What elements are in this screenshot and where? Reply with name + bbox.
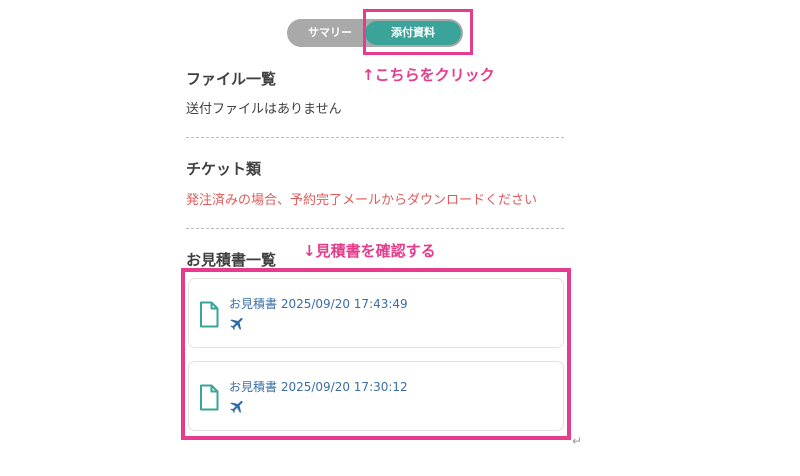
quote-card[interactable]: お見積書 2025/09/20 17:30:12 bbox=[188, 361, 564, 431]
quote-label[interactable]: お見積書 2025/09/20 17:30:12 bbox=[229, 378, 408, 395]
quotes-title: お見積書一覧 bbox=[186, 251, 277, 269]
highlight-box-toggle bbox=[363, 9, 473, 55]
file-list-title: ファイル一覧 bbox=[186, 70, 277, 88]
airplane-icon bbox=[230, 317, 243, 331]
divider bbox=[186, 228, 564, 229]
airplane-icon bbox=[230, 400, 243, 414]
annotation-click-here: ↑こちらをクリック bbox=[362, 66, 495, 84]
tickets-note: 発注済みの場合、予約完了メールからダウンロードください bbox=[186, 193, 538, 208]
annotation-check-quote: ↓見積書を確認する bbox=[303, 242, 436, 260]
summary-tab[interactable]: サマリー bbox=[295, 19, 365, 47]
return-mark-icon: ↵ bbox=[572, 434, 583, 448]
file-list-empty-text: 送付ファイルはありません bbox=[186, 102, 342, 117]
divider bbox=[186, 137, 564, 138]
document-icon bbox=[200, 301, 219, 328]
quote-label[interactable]: お見積書 2025/09/20 17:43:49 bbox=[229, 295, 408, 312]
document-icon bbox=[200, 384, 219, 411]
tickets-title: チケット類 bbox=[186, 160, 262, 178]
quote-card[interactable]: お見積書 2025/09/20 17:43:49 bbox=[188, 278, 564, 348]
